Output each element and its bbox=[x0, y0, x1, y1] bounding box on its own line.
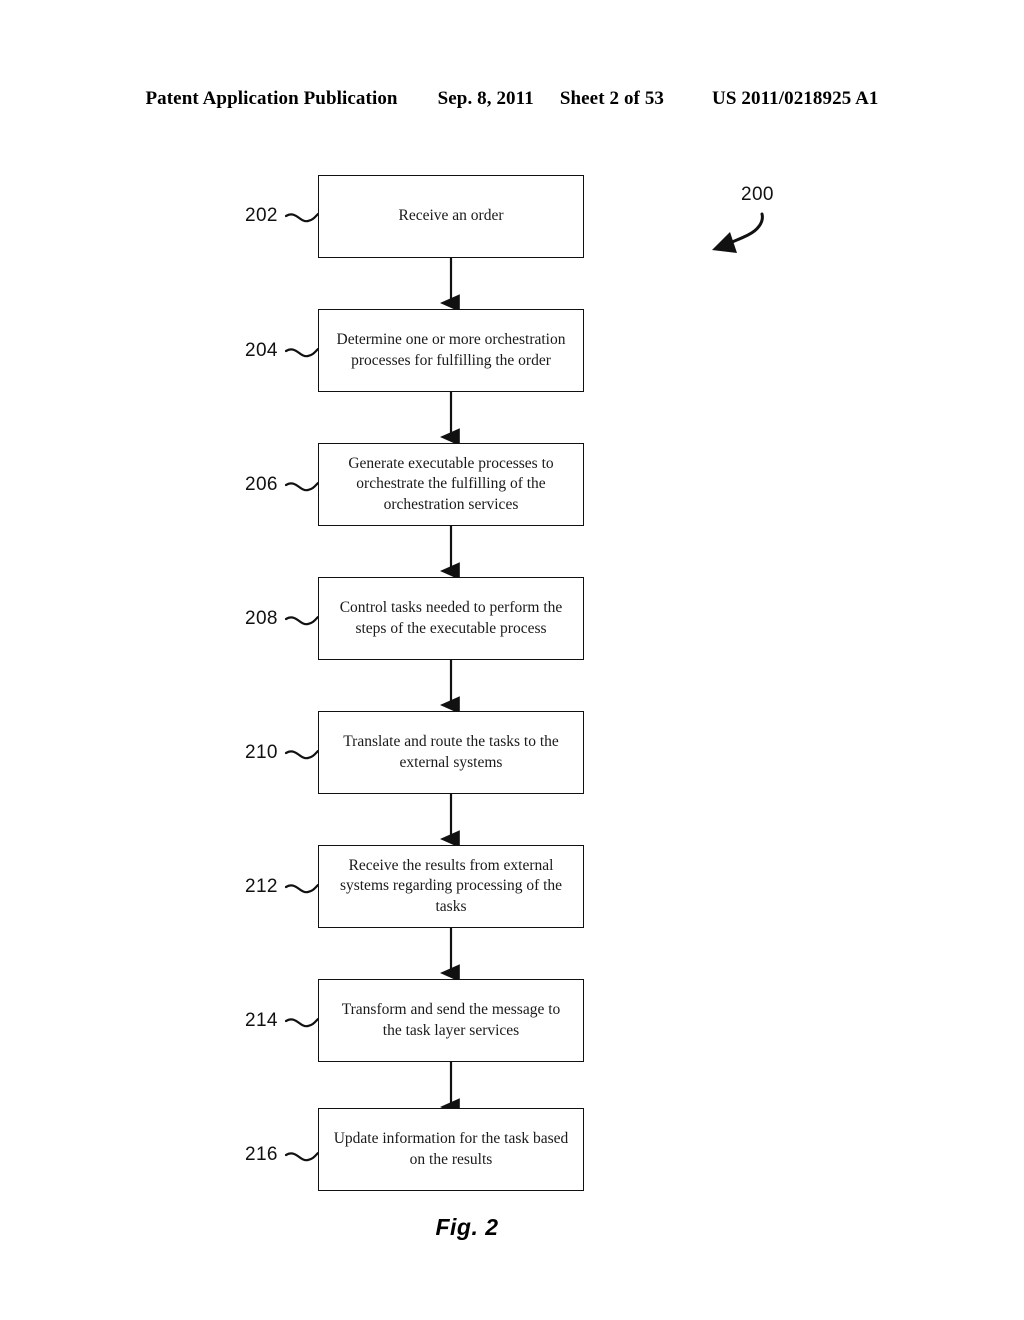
flow-step-box-208[interactable]: Control tasks needed to perform the step… bbox=[318, 577, 584, 660]
flow-step-box-214[interactable]: Transform and send the message to the ta… bbox=[318, 979, 584, 1062]
reference-numeral-210: 210 bbox=[245, 742, 278, 763]
reference-numeral-208: 208 bbox=[245, 608, 278, 629]
flow-step-box-212[interactable]: Receive the results from external system… bbox=[318, 845, 584, 928]
flow-step-text: Generate executable processes to orchest… bbox=[348, 454, 554, 513]
figure-caption-text: Fig. 2 bbox=[435, 1214, 499, 1240]
reference-numeral-200: 200 bbox=[741, 184, 774, 205]
patent-number: US 2011/0218925 A1 bbox=[712, 88, 879, 109]
reference-numeral-216: 216 bbox=[245, 1144, 278, 1165]
flow-step-text: Receive an order bbox=[398, 207, 504, 225]
flow-step-text: Determine one or more orchestration proc… bbox=[336, 331, 566, 369]
reference-numeral-204: 204 bbox=[245, 340, 278, 361]
reference-numeral-212: 212 bbox=[245, 876, 278, 897]
reference-leader-lines bbox=[284, 212, 320, 1162]
flow-step-box-216[interactable]: Update information for the task based on… bbox=[318, 1108, 584, 1191]
reference-numeral-214: 214 bbox=[245, 1010, 278, 1031]
flow-step-text: Transform and send the message to the ta… bbox=[341, 1001, 561, 1039]
flow-step-box-204[interactable]: Determine one or more orchestration proc… bbox=[318, 309, 584, 392]
publication-title: Patent Application Publication bbox=[145, 88, 398, 109]
flow-step-text: Receive the results from external system… bbox=[339, 856, 563, 915]
reference-numeral-202: 202 bbox=[245, 205, 278, 226]
flow-step-box-206[interactable]: Generate executable processes to orchest… bbox=[318, 443, 584, 526]
figure-caption: Fig. 2 bbox=[0, 1214, 1024, 1241]
flow-step-text: Translate and route the tasks to the ext… bbox=[343, 733, 559, 771]
flow-step-box-210[interactable]: Translate and route the tasks to the ext… bbox=[318, 711, 584, 794]
flow-step-text: Control tasks needed to perform the step… bbox=[339, 599, 563, 637]
flow-step-text: Update information for the task based on… bbox=[333, 1130, 569, 1168]
diagram-reference-arrow bbox=[712, 212, 764, 253]
reference-numeral-206: 206 bbox=[245, 474, 278, 495]
sheet-number: Sheet 2 of 53 bbox=[559, 88, 665, 109]
publication-date: Sep. 8, 2011 bbox=[437, 88, 534, 109]
flow-step-box-202[interactable]: Receive an order bbox=[318, 175, 584, 258]
page-header: Patent Application Publication Sep. 8, 2… bbox=[0, 88, 1024, 116]
